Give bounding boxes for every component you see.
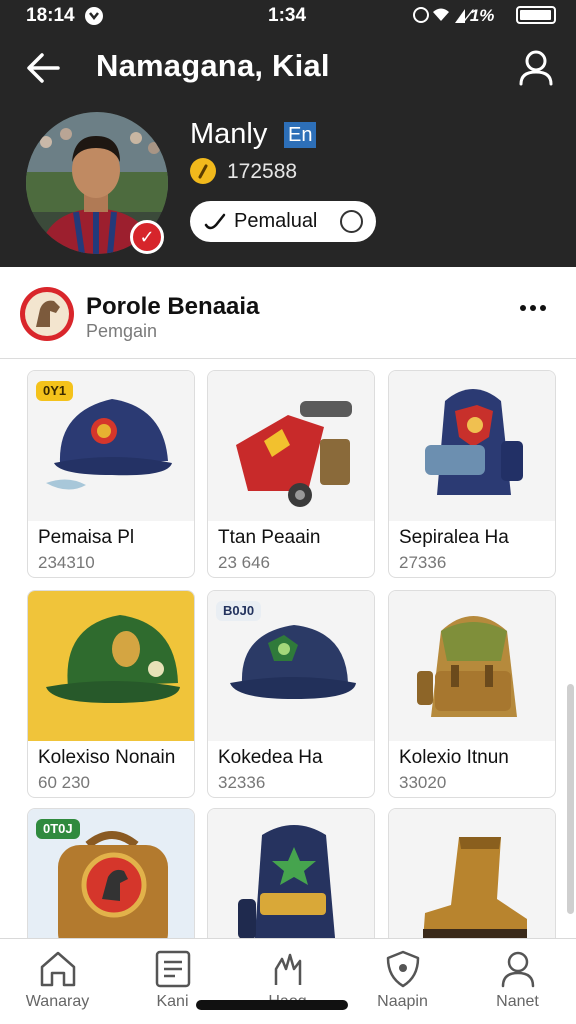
product-card[interactable]: B0J0 Kokedea Ha 32336	[207, 590, 375, 798]
status-bar: 18:14 1:34 ⁄1%	[0, 0, 576, 32]
product-price: 234310	[38, 553, 95, 572]
more-dots-icon	[520, 305, 526, 311]
product-card[interactable]	[207, 808, 375, 938]
product-price: 32336	[218, 773, 266, 792]
collection-title: Porole Benaaia	[86, 293, 260, 320]
product-price: 33020	[399, 773, 447, 792]
home-icon	[40, 951, 76, 987]
battery-percent: ⁄1%	[467, 6, 495, 25]
product-name: Pemaisa Pl	[38, 527, 135, 548]
user-name: Manly	[190, 118, 268, 150]
coin-count: 172588	[227, 160, 298, 183]
list-icon	[155, 950, 191, 988]
circle-icon	[340, 210, 363, 233]
collection-subtitle: Pemgain	[86, 321, 158, 341]
product-price: 27336	[399, 553, 447, 572]
profile-header: 18:14 1:34 ⁄1% Namagana, Kial ✓ Manly En…	[0, 0, 576, 267]
product-price: 23 646	[218, 553, 270, 572]
product-card[interactable]: Ttan Peaain 23 646	[207, 370, 375, 578]
product-name: Kolexiso Nonain	[38, 747, 176, 768]
product-card[interactable]: Kolexio Itnun 33020	[388, 590, 556, 798]
backpack-icon	[417, 616, 517, 717]
horse-logo-icon	[25, 292, 69, 336]
backpack-icon	[425, 389, 523, 495]
nav-label: Wanaray	[25, 993, 90, 1010]
status-clock: 1:34	[268, 5, 307, 26]
collection-header: Porole Benaaia Pemgain	[0, 267, 576, 359]
back-button[interactable]	[24, 50, 64, 86]
product-image	[389, 591, 555, 741]
signal-wifi-icon	[413, 7, 465, 23]
scrollbar[interactable]	[567, 684, 574, 914]
product-name: Kolexio Itnun	[399, 747, 509, 768]
nav-label: Nanet	[496, 993, 539, 1010]
product-image	[389, 809, 555, 938]
arrow-left-icon	[27, 53, 60, 83]
product-card[interactable]	[388, 808, 556, 938]
nav-item-list[interactable]: Kani	[115, 939, 230, 1024]
product-name: Ttan Peaain	[218, 527, 321, 548]
nav-label: Naapin	[377, 993, 428, 1010]
product-card[interactable]: 0T0J	[27, 808, 195, 938]
profile-button[interactable]	[516, 48, 556, 88]
nav-item-hand[interactable]: Haog	[230, 939, 345, 1024]
page-title: Namagana, Kial	[96, 48, 330, 83]
product-image	[28, 591, 194, 741]
notification-icon	[85, 7, 103, 25]
product-badge: 0Y1	[36, 381, 74, 401]
boot-icon	[423, 837, 527, 938]
cap-icon	[46, 615, 180, 703]
battery-icon	[516, 6, 556, 24]
product-image	[208, 809, 374, 938]
product-name: Sepiralea Ha	[399, 527, 509, 548]
product-grid: 0Y1 Pemaisa Pl 234310 Ttan Peaain 23 646	[0, 360, 576, 938]
verified-badge-icon: ✓	[130, 220, 164, 254]
action-pill-label: Pemalual	[234, 210, 318, 232]
collection-logo[interactable]	[20, 287, 74, 341]
product-name: Kokedea Ha	[218, 747, 323, 768]
nav-item-profile[interactable]: Nanet	[460, 939, 575, 1024]
person-icon	[501, 951, 535, 988]
product-image	[208, 371, 374, 521]
product-image	[389, 371, 555, 521]
bottom-nav: Wanaray Kani Haog Naapin Nanet	[0, 938, 576, 1024]
product-badge: 0T0J	[36, 819, 80, 839]
cart-icon	[236, 401, 352, 507]
product-card[interactable]: 0Y1 Pemaisa Pl 234310	[27, 370, 195, 578]
product-card[interactable]: Sepiralea Ha 27336	[388, 370, 556, 578]
product-card[interactable]: Kolexiso Nonain 60 230	[27, 590, 195, 798]
shield-icon	[386, 950, 420, 988]
product-badge: B0J0	[216, 601, 262, 621]
hand-icon	[274, 953, 302, 985]
person-icon	[519, 50, 553, 86]
action-pill-button[interactable]: Pemalual	[190, 201, 376, 242]
link-icon	[204, 213, 226, 230]
product-price: 60 230	[38, 773, 90, 792]
nav-item-shield[interactable]: Naapin	[345, 939, 460, 1024]
home-indicator[interactable]	[196, 1000, 348, 1010]
status-time: 18:14	[26, 5, 75, 26]
title-row: Namagana, Kial	[0, 42, 576, 94]
coin-icon	[190, 158, 216, 184]
backpack-icon	[238, 825, 336, 938]
more-options-button[interactable]	[516, 297, 550, 319]
nav-item-home[interactable]: Wanaray	[0, 939, 115, 1024]
user-tag: En	[284, 122, 317, 148]
